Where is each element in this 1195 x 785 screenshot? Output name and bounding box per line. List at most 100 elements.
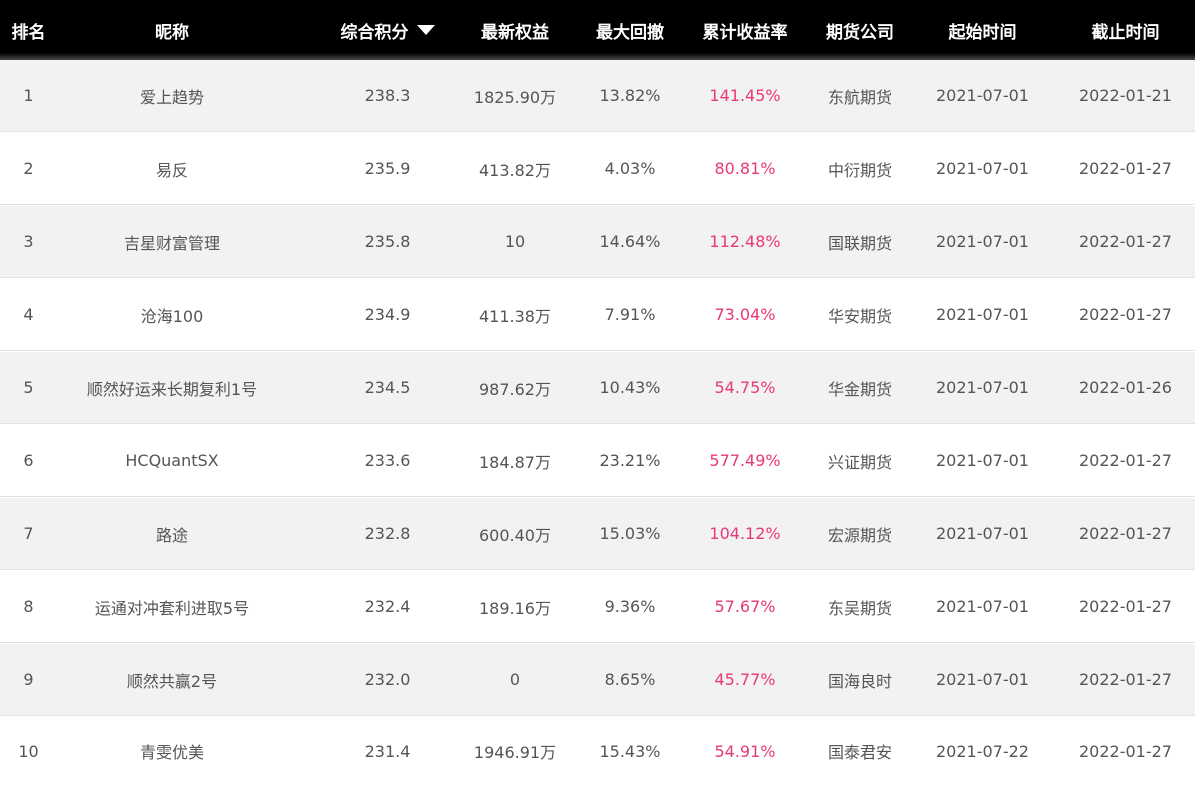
- equity-cell: 1946.91万: [473, 743, 557, 762]
- score-cell: 235.9: [364, 159, 411, 178]
- score-cell: 231.4: [364, 741, 411, 761]
- rank-cell: 3: [23, 232, 34, 251]
- header-equity: 最新权益: [481, 22, 549, 43]
- end-date-cell: 2022-01-27: [1079, 524, 1172, 543]
- start-date-cell: 2021-07-01: [936, 451, 1029, 470]
- equity-cell: 987.62万: [479, 379, 551, 399]
- name-cell: 顺然好运来长期复利1号: [86, 379, 258, 399]
- company-cell: 东吴期货: [827, 598, 892, 618]
- equity-cell: 1825.90万: [473, 87, 557, 107]
- drawdown-cell: 4.03%: [604, 159, 656, 178]
- score-cell: 235.8: [364, 232, 411, 251]
- drawdown-cell: 10.43%: [599, 378, 661, 397]
- return-cell: 104.12%: [709, 524, 781, 543]
- end-date-cell: 2022-01-27: [1079, 451, 1172, 470]
- header-name: 昵称: [155, 22, 189, 43]
- return-cell: 45.77%: [714, 670, 776, 689]
- company-cell: 华金期货: [827, 379, 892, 399]
- name-cell: 易反: [155, 160, 188, 180]
- name-cell: 沧海100: [140, 306, 204, 326]
- table-header: 排名 昵称 综合积分 最新权益 最大回撤 累计收益率 期货公司 起始时间 截止时…: [0, 0, 1195, 60]
- drawdown-cell: 9.36%: [604, 597, 656, 616]
- table-row: 9 顺然共赢2号 232.0 0 8.65% 45.77% 国海良时 2021-…: [0, 644, 1195, 716]
- equity-cell: 413.82万: [479, 160, 551, 180]
- header-rank: 排名: [11, 22, 46, 43]
- header-score-sortable[interactable]: 综合积分: [330, 0, 445, 60]
- equity-cell: 600.40万: [479, 525, 551, 545]
- drawdown-cell: 8.65%: [604, 670, 656, 689]
- company-cell: 国联期货: [827, 233, 892, 253]
- score-cell: 233.6: [364, 451, 411, 470]
- company-cell: 东航期货: [827, 87, 892, 107]
- drawdown-cell: 15.03%: [599, 524, 661, 543]
- company-cell: 国海良时: [827, 671, 892, 691]
- name-cell: 爱上趋势: [139, 87, 204, 107]
- company-cell: 华安期货: [827, 306, 892, 326]
- company-cell: 兴证期货: [827, 452, 892, 472]
- header-drawdown: 最大回撤: [596, 22, 664, 43]
- caret-down-icon[interactable]: [416, 25, 435, 35]
- score-cell: 232.0: [364, 670, 411, 689]
- start-date-cell: 2021-07-01: [936, 305, 1029, 324]
- rank-cell: 7: [23, 524, 34, 543]
- drawdown-cell: 13.82%: [599, 86, 661, 105]
- table-row: 6 HCQuantSX 233.6 184.87万 23.21% 577.49%…: [0, 425, 1195, 497]
- score-cell: 234.9: [364, 305, 411, 324]
- start-date-cell: 2021-07-22: [936, 741, 1029, 761]
- end-date-cell: 2022-01-27: [1079, 741, 1172, 761]
- rank-cell: 2: [23, 159, 34, 178]
- table-row: 5 顺然好运来长期复利1号 234.5 987.62万 10.43% 54.75…: [0, 352, 1195, 424]
- start-date-cell: 2021-07-01: [936, 86, 1029, 105]
- start-date-cell: 2021-07-01: [936, 232, 1029, 251]
- return-cell: 141.45%: [709, 86, 781, 105]
- start-date-cell: 2021-07-01: [936, 670, 1029, 689]
- score-cell: 232.4: [364, 597, 411, 616]
- name-cell: HCQuantSX: [125, 451, 219, 470]
- drawdown-cell: 15.43%: [599, 741, 661, 761]
- return-cell: 54.91%: [714, 741, 776, 761]
- rank-cell: 5: [23, 378, 34, 397]
- name-cell: 顺然共赢2号: [126, 671, 218, 691]
- score-cell: 232.8: [364, 524, 411, 543]
- rank-cell: 6: [23, 451, 34, 470]
- equity-cell: 10: [504, 232, 526, 251]
- start-date-cell: 2021-07-01: [936, 597, 1029, 616]
- company-cell: 中衍期货: [827, 160, 892, 180]
- table-row: 3 吉星财富管理 235.8 10 14.64% 112.48% 国联期货 20…: [0, 206, 1195, 278]
- drawdown-cell: 7.91%: [604, 305, 656, 324]
- header-company: 期货公司: [826, 22, 894, 43]
- return-cell: 57.67%: [714, 597, 776, 616]
- return-cell: 577.49%: [709, 451, 781, 470]
- drawdown-cell: 23.21%: [599, 451, 661, 470]
- end-date-cell: 2022-01-27: [1079, 597, 1172, 616]
- end-date-cell: 2022-01-21: [1079, 86, 1172, 105]
- start-date-cell: 2021-07-01: [936, 524, 1029, 543]
- rank-cell: 10: [18, 741, 39, 761]
- score-cell: 238.3: [364, 86, 411, 105]
- end-date-cell: 2022-01-26: [1079, 378, 1172, 397]
- equity-cell: 189.16万: [479, 598, 551, 618]
- header-return: 累计收益率: [702, 22, 788, 43]
- name-cell: 吉星财富管理: [123, 233, 220, 253]
- return-cell: 54.75%: [714, 378, 776, 397]
- ranking-table: 排名 昵称 综合积分 最新权益 最大回撤 累计收益率 期货公司 起始时间 截止时…: [0, 0, 1195, 785]
- return-cell: 80.81%: [714, 159, 776, 178]
- company-cell: 国泰君安: [827, 743, 892, 762]
- name-cell: 青雯优美: [139, 743, 204, 762]
- rank-cell: 4: [23, 305, 34, 324]
- table-row: 4 沧海100 234.9 411.38万 7.91% 73.04% 华安期货 …: [0, 279, 1195, 351]
- rank-cell: 1: [23, 86, 34, 105]
- header-start-date: 起始时间: [948, 22, 1017, 43]
- table-row: 8 运通对冲套利进取5号 232.4 189.16万 9.36% 57.67% …: [0, 571, 1195, 643]
- rank-cell: 8: [23, 597, 34, 616]
- end-date-cell: 2022-01-27: [1079, 305, 1172, 324]
- equity-cell: 0: [509, 670, 521, 689]
- table-row: 1 爱上趋势 238.3 1825.90万 13.82% 141.45% 东航期…: [0, 60, 1195, 132]
- table-row: 2 易反 235.9 413.82万 4.03% 80.81% 中衍期货 202…: [0, 133, 1195, 205]
- score-cell: 234.5: [364, 378, 411, 397]
- return-cell: 73.04%: [714, 305, 776, 324]
- start-date-cell: 2021-07-01: [936, 159, 1029, 178]
- drawdown-cell: 14.64%: [599, 232, 661, 251]
- end-date-cell: 2022-01-27: [1079, 670, 1172, 689]
- end-date-cell: 2022-01-27: [1079, 232, 1172, 251]
